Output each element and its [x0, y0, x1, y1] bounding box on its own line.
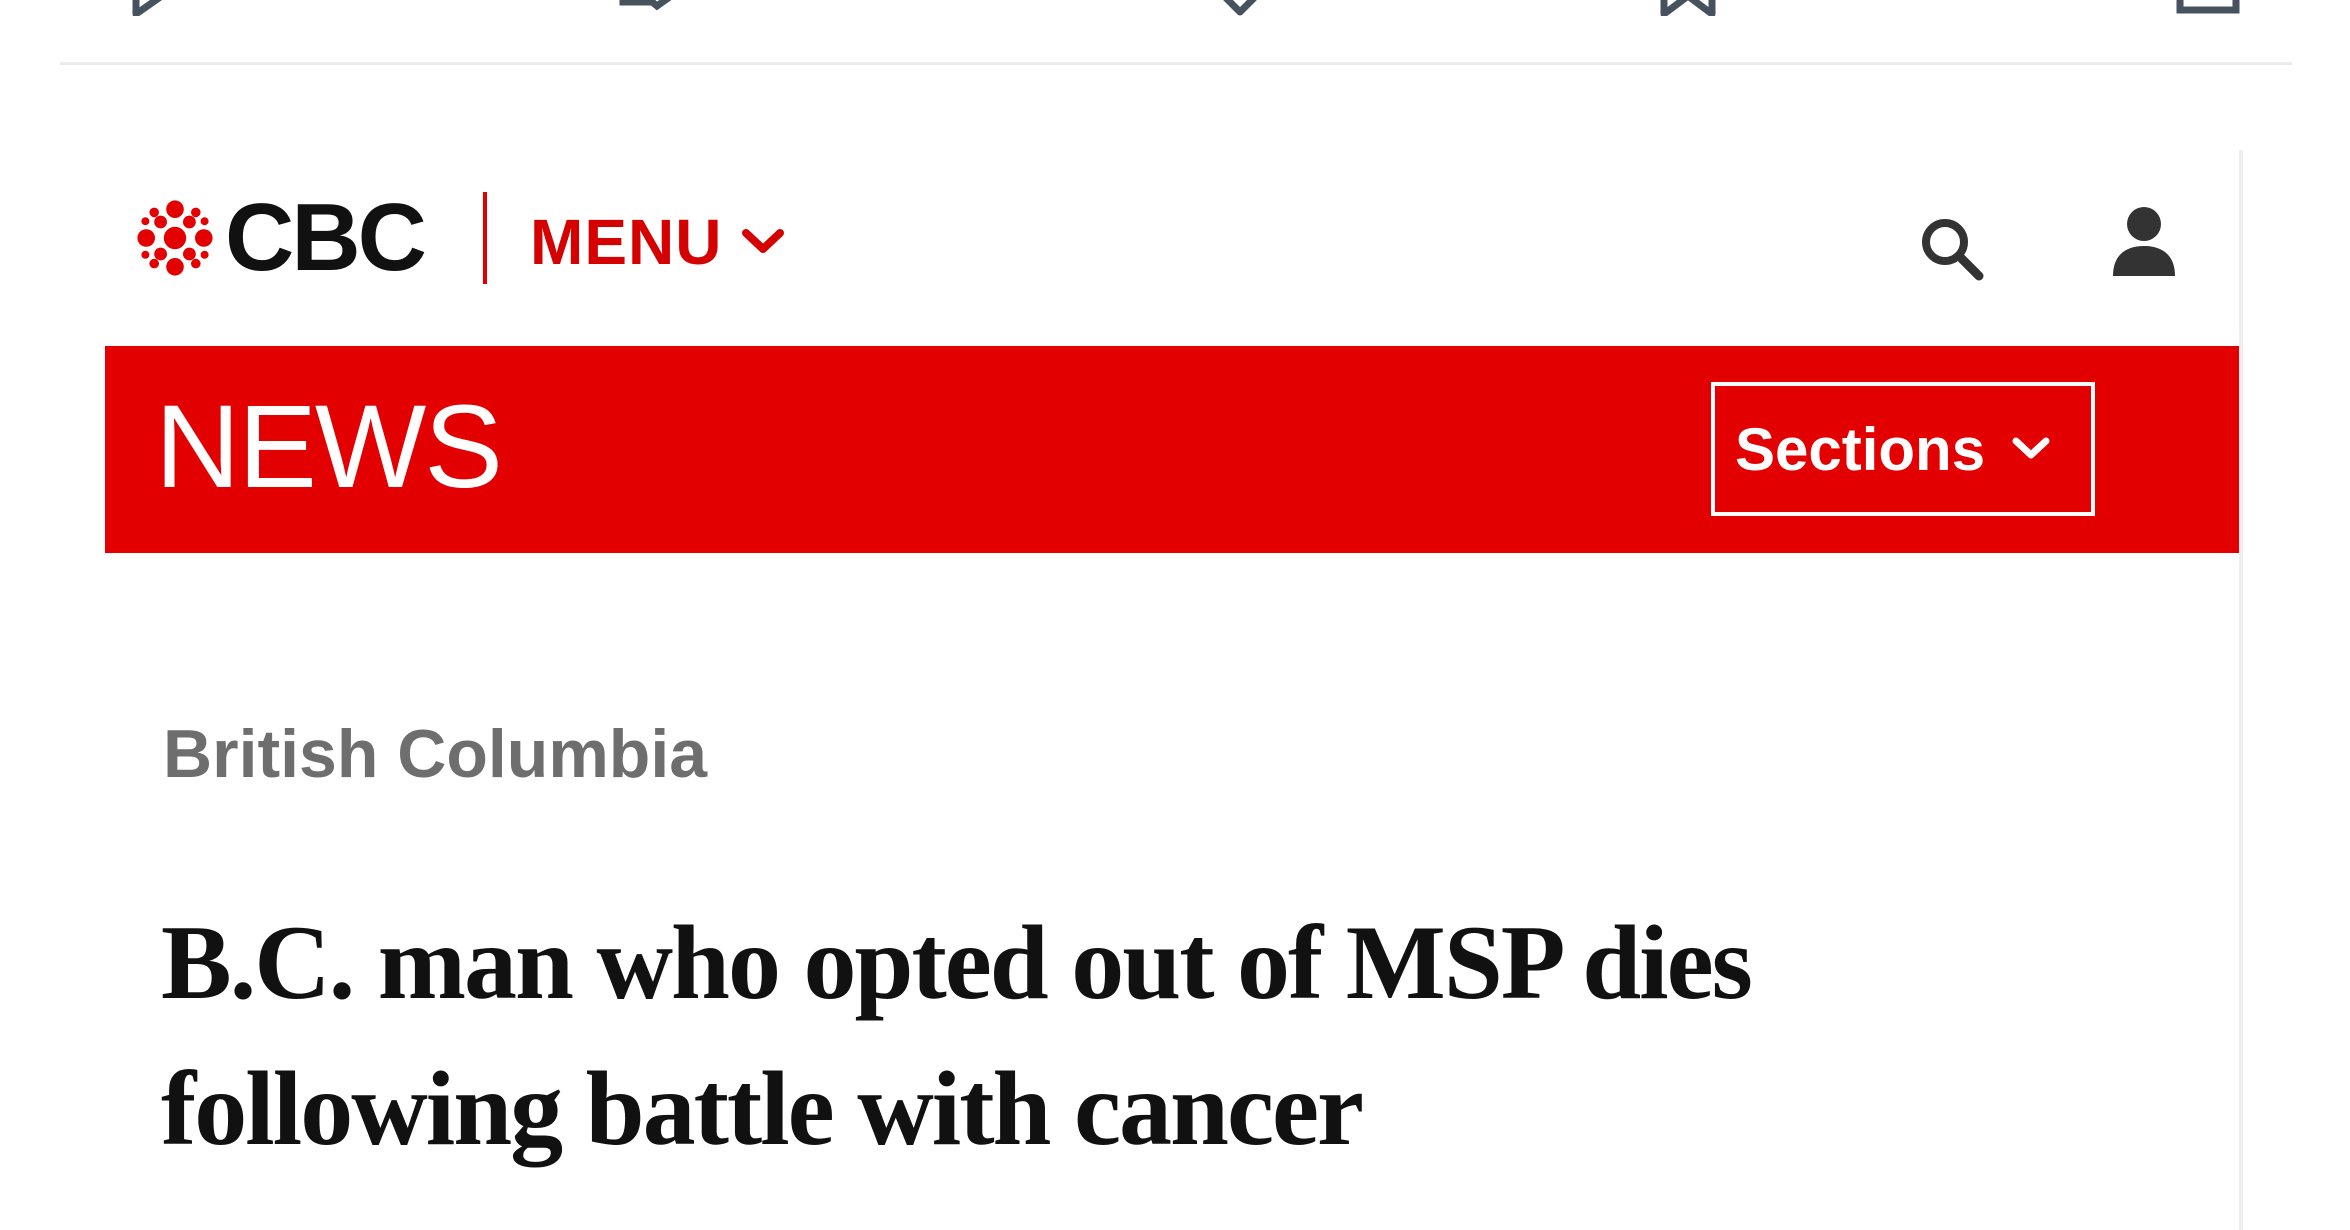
cbc-header: CBC MENU	[105, 150, 2239, 346]
chevron-down-icon	[742, 229, 785, 253]
header-divider	[483, 192, 487, 284]
play-icon[interactable]	[122, 0, 186, 16]
news-title[interactable]: NEWS	[155, 388, 503, 506]
cbc-wordmark: CBC	[225, 184, 427, 291]
share-icon[interactable]	[2176, 0, 2240, 16]
search-button[interactable]	[1917, 214, 1987, 284]
top-toolbar	[60, 0, 2292, 65]
page-frame: CBC MENU NEWS Sections British Columbia …	[105, 150, 2243, 1230]
menu-button[interactable]: MENU	[530, 202, 786, 282]
cbc-gem-icon	[137, 200, 213, 276]
retweet-icon[interactable]	[615, 0, 679, 16]
account-button[interactable]	[2109, 204, 2179, 278]
search-icon	[1922, 219, 1984, 281]
article-headline: B.C. man who opted out of MSP dies follo…	[161, 904, 1753, 1167]
menu-label: MENU	[530, 206, 723, 278]
chevron-down-icon	[2012, 437, 2050, 459]
cbc-logo[interactable]: CBC	[135, 184, 427, 291]
article-category[interactable]: British Columbia	[163, 720, 707, 788]
sections-label: Sections	[1735, 415, 1986, 483]
heart-icon[interactable]	[1208, 0, 1272, 16]
user-icon	[2113, 207, 2175, 276]
bookmark-icon[interactable]	[1656, 0, 1720, 16]
news-bar: NEWS Sections	[105, 346, 2239, 553]
sections-button[interactable]: Sections	[1711, 382, 2095, 516]
